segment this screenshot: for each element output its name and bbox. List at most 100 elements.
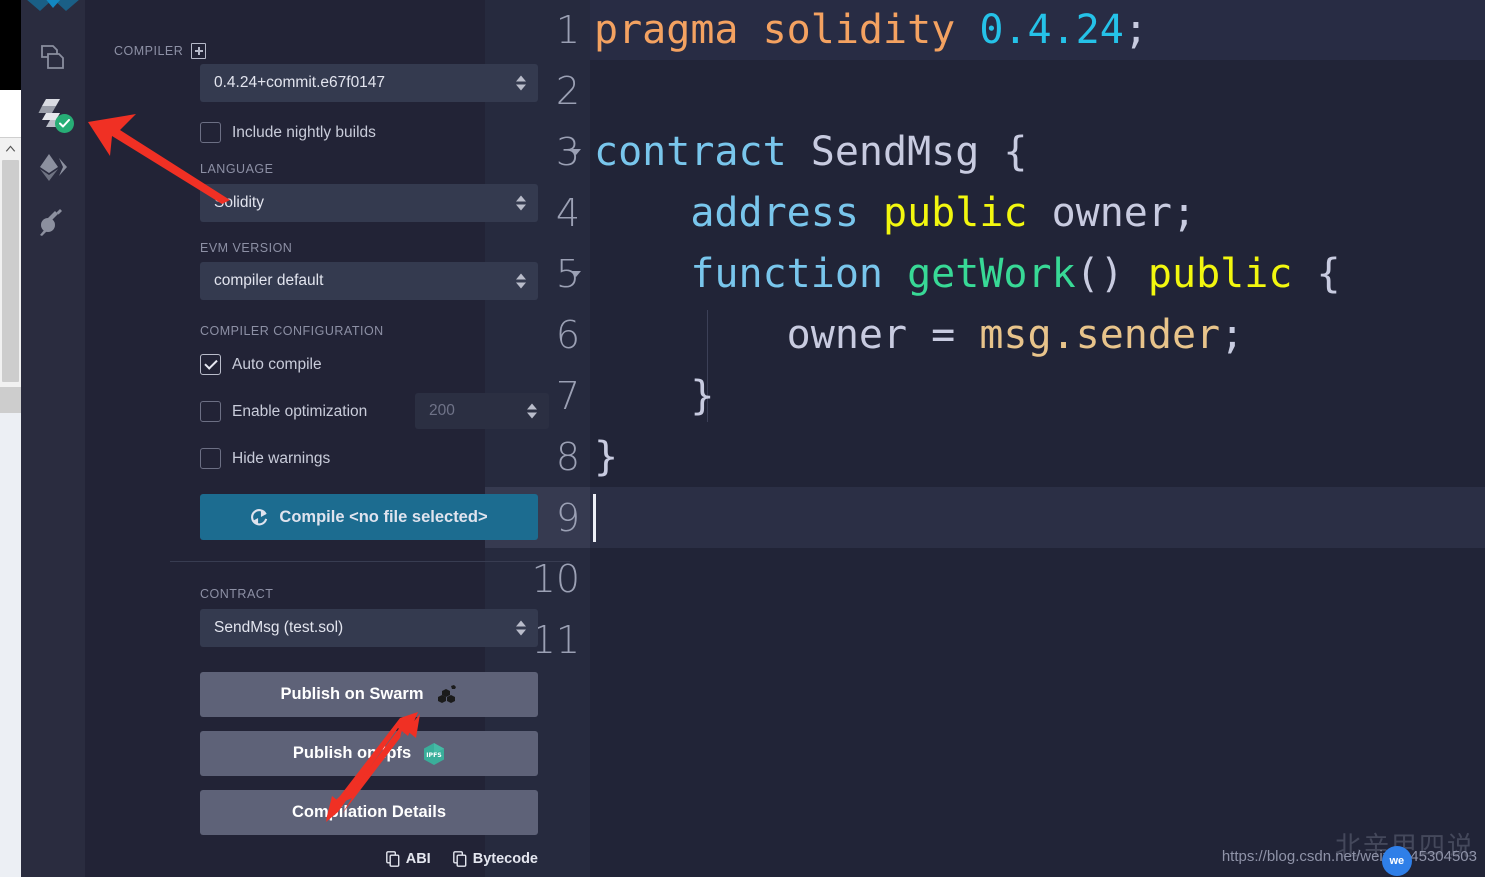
compiler-section-label: COMPILER — [114, 43, 456, 59]
enable-optimization-checkbox[interactable] — [200, 401, 221, 422]
editor-line[interactable]: 9 — [485, 487, 1485, 548]
code-token: ; — [1220, 311, 1245, 358]
code-token: 0.4.24 — [979, 6, 1124, 53]
editor-line[interactable]: 7 } — [485, 365, 1485, 426]
solidity-compiler-panel: COMPILER 0.4.24+commit.e67f0147 Include … — [85, 0, 570, 877]
editor-line[interactable]: 2 — [485, 60, 1485, 121]
editor-line[interactable]: 6 owner = msg.sender; — [485, 304, 1485, 365]
code-token: getWork — [907, 250, 1076, 297]
compiler-label-text: COMPILER — [114, 44, 184, 58]
add-compiler-icon[interactable] — [191, 43, 207, 59]
code-token: msg.sender — [979, 311, 1221, 358]
chevron-updown-icon[interactable] — [527, 403, 537, 419]
code-text: contract SendMsg { — [590, 132, 1485, 172]
watermark-url: https://blog.csdn.net/weixin_45304503 we — [1221, 846, 1477, 876]
sidebar-item-deploy-run[interactable] — [21, 140, 85, 194]
refresh-icon — [251, 508, 268, 525]
code-token: ; — [1123, 6, 1148, 53]
contract-select[interactable]: SendMsg (test.sol) — [200, 609, 538, 647]
editor-line[interactable]: 8} — [485, 426, 1485, 487]
scrollbar-thumb[interactable] — [2, 160, 19, 382]
svg-text:IPFS: IPFS — [426, 752, 442, 759]
plugin-icon-rail — [21, 0, 85, 877]
code-text: function getWork() public { — [590, 254, 1485, 294]
code-editor[interactable]: 1 pragma solidity 0.4.24; 2 3 contract SendM… — [485, 0, 1485, 877]
evm-version-value: compiler default — [214, 272, 324, 289]
sidebar-item-solidity-compiler[interactable] — [21, 85, 85, 139]
compile-button[interactable]: Compile <no file selected> — [200, 494, 538, 540]
chevron-updown-icon — [516, 620, 526, 636]
chevron-updown-icon — [516, 273, 526, 289]
enable-optimization-label: Enable optimization — [232, 402, 368, 420]
code-token: address — [594, 189, 883, 236]
code-token: { — [1003, 128, 1028, 175]
evm-version-select[interactable]: compiler default — [200, 262, 538, 300]
code-token: owner; — [1051, 189, 1197, 236]
auto-compile-label: Auto compile — [232, 355, 322, 373]
files-icon — [41, 45, 64, 69]
sidebar-item-file-explorers[interactable] — [21, 30, 85, 84]
check-icon — [59, 119, 70, 128]
enable-optimization-row[interactable]: Enable optimization — [200, 401, 367, 422]
line-number: 8 — [555, 434, 580, 479]
line-number: 1 — [555, 7, 580, 52]
copy-abi-label: ABI — [405, 851, 431, 867]
copy-abi-link[interactable]: ABI — [385, 851, 431, 867]
copy-bytecode-link[interactable]: Bytecode — [452, 851, 538, 867]
sidebar-item-plugin-manager[interactable] — [21, 195, 85, 249]
code-text: address public owner; — [590, 193, 1485, 233]
code-token: { — [1316, 250, 1341, 297]
code-token: } — [594, 433, 619, 480]
watermark-badge: we — [1381, 846, 1412, 876]
hide-warnings-label: Hide warnings — [232, 449, 331, 467]
compile-success-badge — [55, 114, 74, 133]
editor-line[interactable]: 10 — [485, 548, 1485, 609]
contract-value: SendMsg (test.sol) — [214, 619, 344, 636]
line-number: 10 — [531, 556, 580, 601]
chevron-updown-icon — [516, 195, 526, 211]
editor-line[interactable]: 11 — [485, 609, 1485, 670]
hide-warnings-checkbox[interactable] — [200, 448, 221, 469]
copy-bytecode-label: Bytecode — [472, 851, 538, 867]
code-token: SendMsg — [810, 128, 1004, 175]
fold-arrow-icon[interactable] — [571, 148, 581, 155]
code-text: } — [590, 437, 1485, 477]
auto-compile-checkbox[interactable] — [200, 354, 221, 375]
watermark-url-text: https://blog.csdn.net/weixin_45304503 — [1221, 848, 1477, 865]
fold-arrow-icon[interactable] — [571, 270, 581, 277]
editor-line[interactable]: 3 contract SendMsg { — [485, 121, 1485, 182]
optimization-runs-value: 200 — [429, 402, 455, 419]
code-token: } — [594, 372, 715, 419]
scroll-up-arrow-icon[interactable] — [0, 137, 21, 158]
optimization-runs-input[interactable]: 200 — [415, 393, 549, 429]
editor-line[interactable]: 4 address public owner; — [485, 182, 1485, 243]
include-nightly-builds-checkbox[interactable] — [200, 122, 221, 143]
editor-line[interactable]: 5 function getWork() public { — [485, 243, 1485, 304]
code-token: public — [882, 189, 1052, 236]
copy-icon — [452, 851, 467, 867]
compiler-configuration-label: COMPILER CONFIGURATION — [200, 324, 384, 338]
publish-on-ipfs-button[interactable]: Publish on Ipfs IPFS — [200, 731, 538, 776]
compiler-version-value: 0.4.24+commit.e67f0147 — [214, 74, 386, 91]
auto-compile-row[interactable]: Auto compile — [200, 354, 322, 375]
chevron-updown-icon — [516, 75, 526, 91]
panel-divider — [170, 561, 570, 562]
ethereum-icon — [40, 154, 67, 181]
compilation-details-button[interactable]: Compilation Details — [200, 790, 538, 835]
include-nightly-builds-label: Include nightly builds — [232, 123, 376, 141]
hide-warnings-row[interactable]: Hide warnings — [200, 448, 330, 469]
publish-on-ipfs-label: Publish on Ipfs — [292, 744, 412, 762]
code-token: () — [1075, 250, 1148, 297]
publish-on-swarm-label: Publish on Swarm — [280, 685, 424, 703]
scrollbar-track-lower[interactable] — [0, 387, 21, 413]
code-token: pragma solidity — [594, 6, 980, 53]
publish-on-swarm-button[interactable]: Publish on Swarm — [200, 672, 538, 717]
browser-scrollbar[interactable] — [0, 0, 21, 877]
include-nightly-builds-row[interactable]: Include nightly builds — [200, 122, 376, 143]
editor-line[interactable]: 1 pragma solidity 0.4.24; — [485, 0, 1485, 60]
scrollbar-top-black — [0, 0, 21, 90]
compiler-version-select[interactable]: 0.4.24+commit.e67f0147 — [200, 64, 538, 102]
language-select[interactable]: Solidity — [200, 184, 538, 222]
code-token: owner = — [594, 311, 980, 358]
compile-button-label: Compile <no file selected> — [279, 507, 488, 526]
